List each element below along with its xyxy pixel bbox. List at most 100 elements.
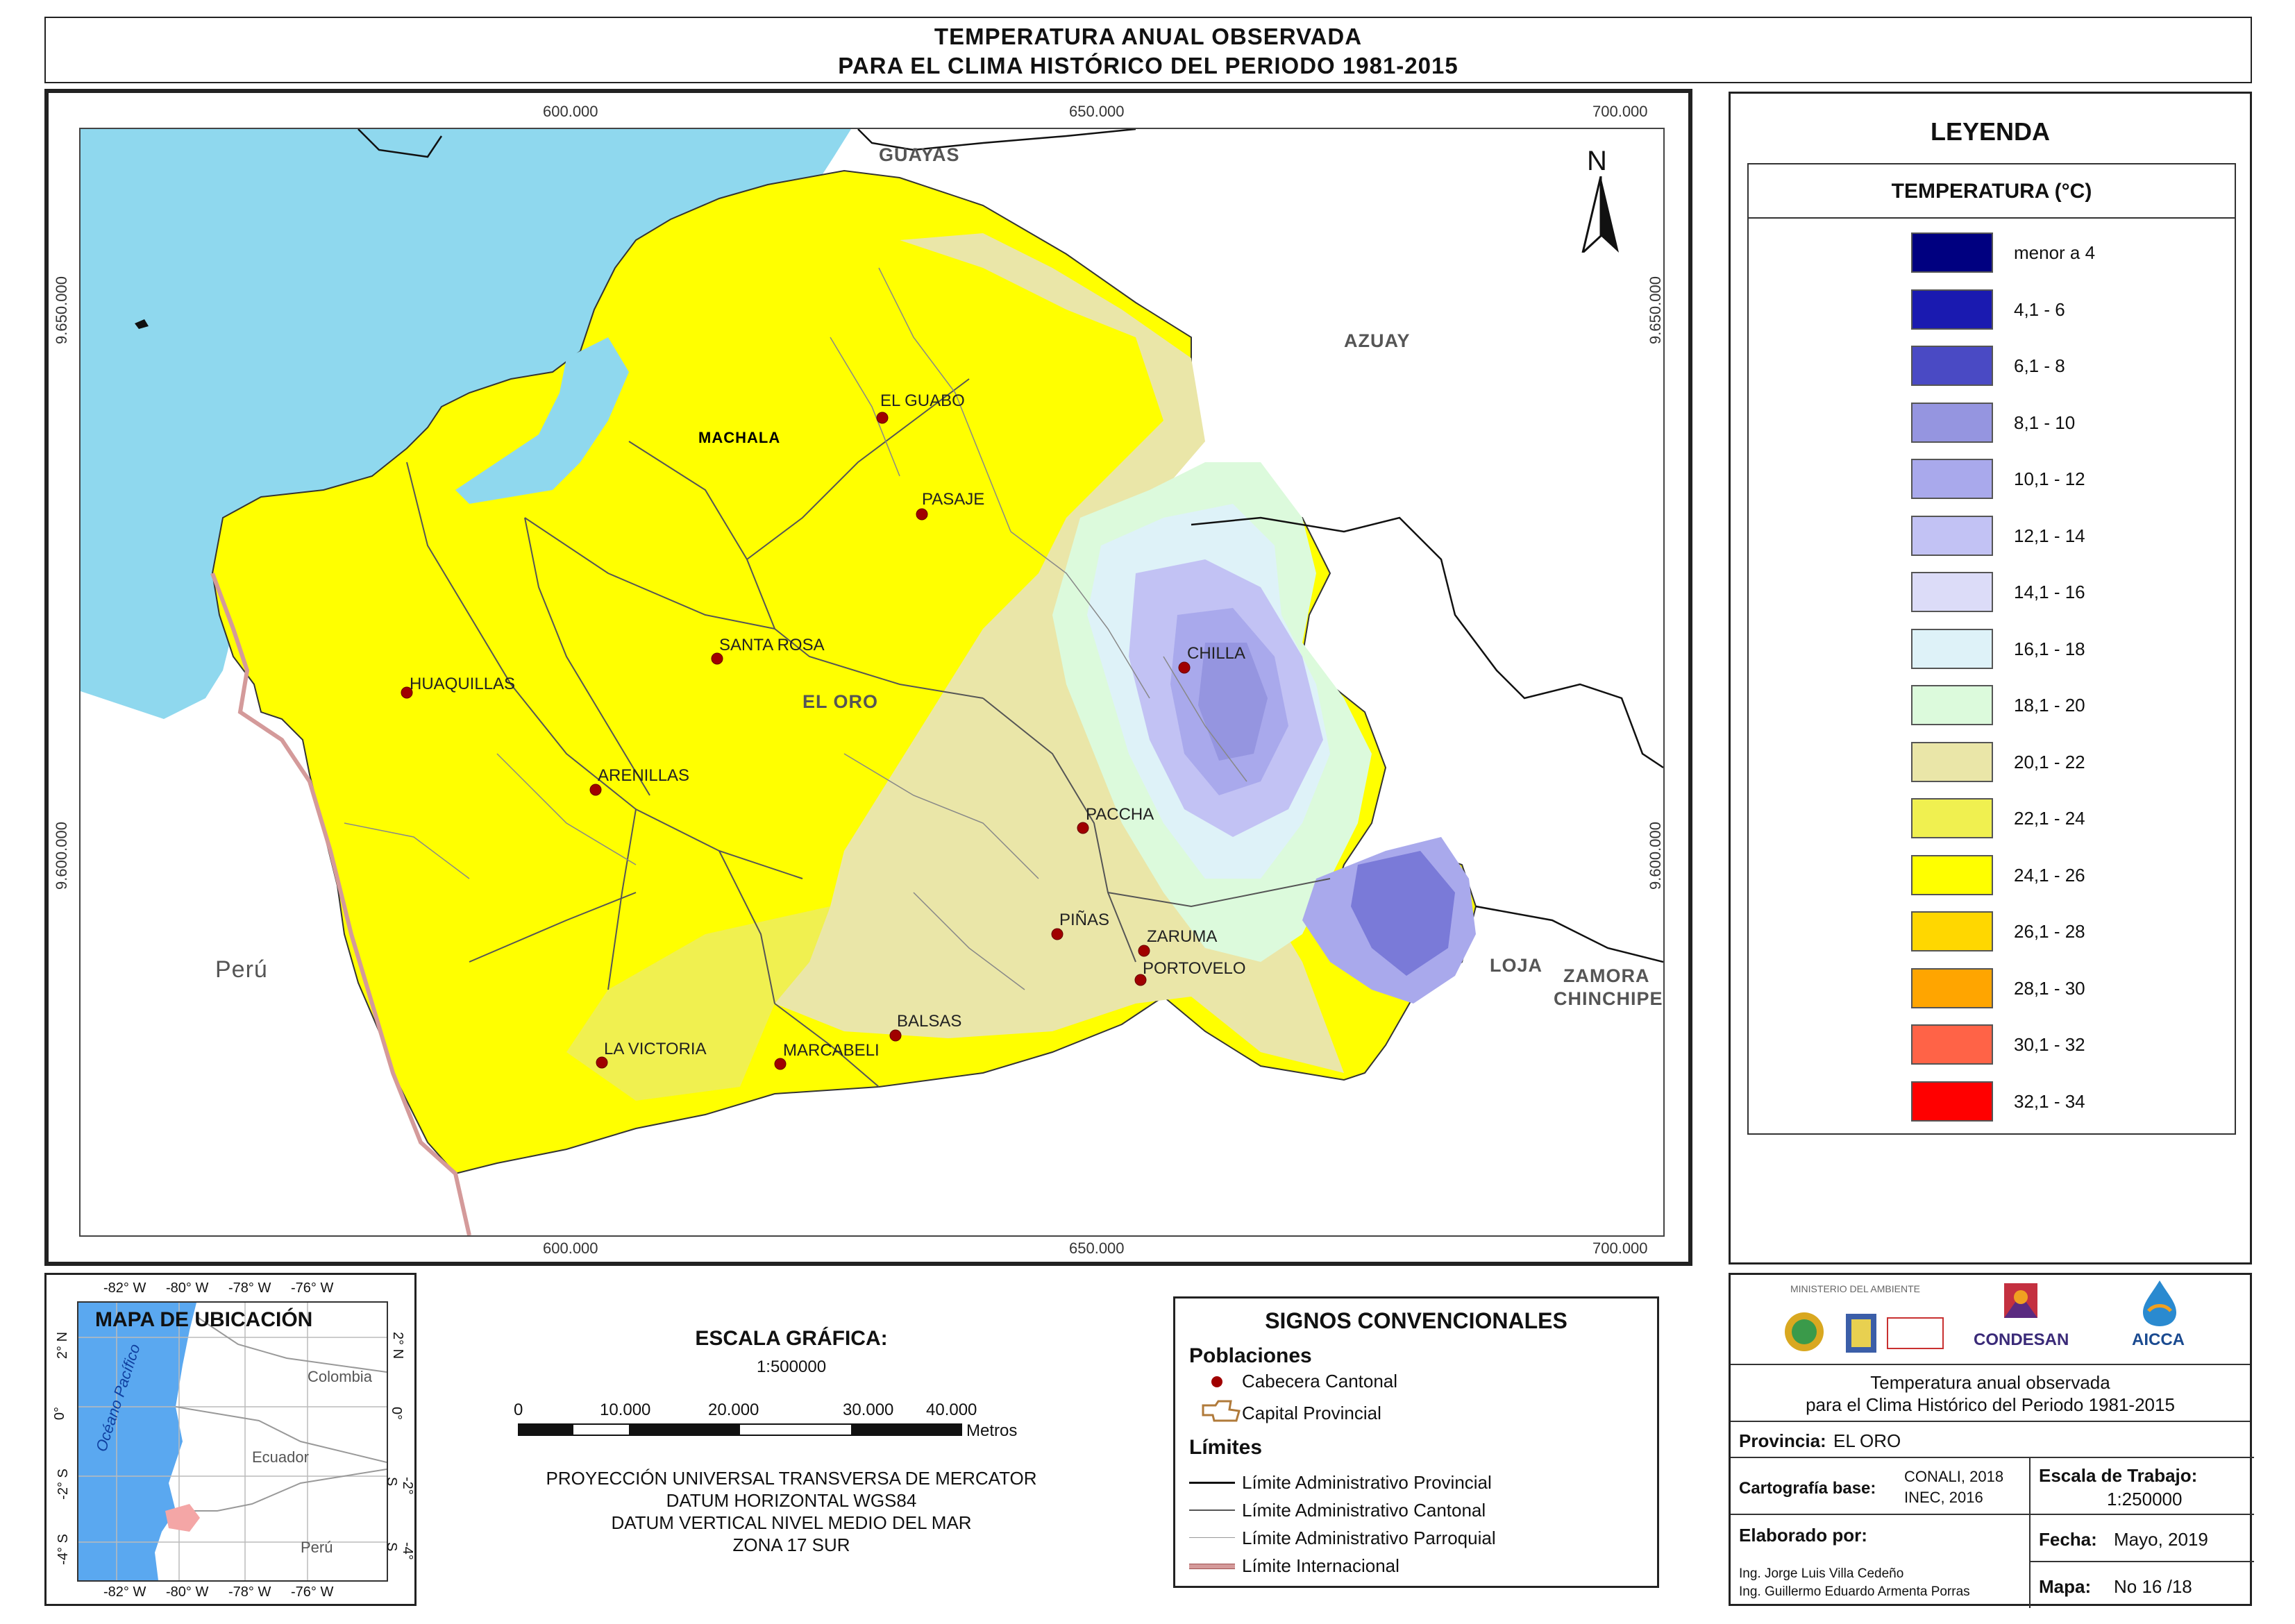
scale-bar — [518, 1423, 962, 1436]
info-elab-cell: Elaborado por: Ing. Jorge Luis Villa Ced… — [1731, 1514, 2031, 1608]
loc-lat-right-1: 2° N — [390, 1331, 406, 1360]
town-el-guabo: EL GUABO — [880, 391, 965, 410]
legend-item: menor a 4 — [1749, 232, 2235, 274]
line-intl-icon — [1189, 1564, 1235, 1569]
info-escala-cell: Escala de Trabajo: 1:250000 — [2029, 1457, 2254, 1515]
legend-label: 28,1 - 30 — [2014, 977, 2085, 999]
info-desc: Temperatura anual observada para el Clim… — [1731, 1364, 2250, 1422]
title-line-1: TEMPERATURA ANUAL OBSERVADA — [934, 24, 1363, 49]
legend-swatch — [1911, 459, 1993, 499]
loc-lon-bot-2: -80° W — [166, 1584, 209, 1600]
scale-ratio: 1:500000 — [756, 1357, 827, 1376]
legend-label: 20,1 - 22 — [2014, 751, 2085, 772]
signs-panel: SIGNOS CONVENCIONALES Poblaciones Cabece… — [1173, 1296, 1659, 1588]
scale-tick-3: 30.000 — [843, 1401, 894, 1419]
town-marcabeli: MARCABELI — [783, 1041, 880, 1060]
aicca-label: AICCA — [2132, 1330, 2185, 1349]
tick-bottom-2: 650.000 — [1069, 1240, 1125, 1257]
legend-swatch — [1911, 798, 1993, 838]
legend-label: menor a 4 — [2014, 242, 2096, 263]
legend-item: 16,1 - 18 — [1749, 628, 2235, 670]
projection-line-3: DATUM VERTICAL NIVEL MEDIO DEL MAR — [611, 1512, 972, 1533]
location-ecuador: Ecuador — [252, 1448, 309, 1466]
legend-swatch — [1911, 232, 1993, 273]
legend-item: 24,1 - 26 — [1749, 854, 2235, 897]
location-svg — [78, 1303, 387, 1580]
legend-label: 22,1 - 24 — [2014, 808, 2085, 829]
legend-swatch — [1911, 854, 1993, 895]
signs-limites: Límites — [1189, 1436, 1263, 1459]
legend-swatch — [1911, 402, 1993, 443]
tick-left-1: 9.650.000 — [52, 276, 70, 344]
legend-swatch — [1911, 1081, 1993, 1122]
legend-swatch — [1911, 967, 1993, 1008]
info-provincia-row: Provincia: EL ORO — [1731, 1421, 2250, 1458]
legend-swatch — [1911, 515, 1993, 556]
elab-label: Elaborado por: — [1739, 1525, 1867, 1546]
legend-swatch — [1911, 572, 1993, 612]
legend-label: 8,1 - 10 — [2014, 412, 2076, 433]
elab-name-2: Ing. Guillermo Eduardo Armenta Porras — [1739, 1584, 1970, 1599]
legend-label: 14,1 - 16 — [2014, 582, 2085, 602]
title-line-2: PARA EL CLIMA HISTÓRICO DEL PERIODO 1981… — [838, 53, 1458, 78]
legend-item: 12,1 - 14 — [1749, 515, 2235, 557]
info-desc-2: para el Clima Histórico del Periodo 1981… — [1806, 1394, 2175, 1415]
legend-label: 4,1 - 6 — [2014, 298, 2065, 320]
town-pinas: PIÑAS — [1059, 911, 1110, 929]
tick-top-1: 600.000 — [543, 103, 598, 120]
legend-label: 26,1 - 28 — [2014, 921, 2085, 942]
projection-block: PROYECCIÓN UNIVERSAL TRANSVERSA DE MERCA… — [444, 1467, 1138, 1556]
signs-capital: Capital Provincial — [1242, 1403, 1381, 1423]
legend-item: 30,1 - 32 — [1749, 1024, 2235, 1066]
signs-lim-cant: Límite Administrativo Cantonal — [1242, 1500, 1486, 1521]
info-fecha-cell: Fecha: Mayo, 2019 — [2029, 1514, 2254, 1562]
loc-lon-top-4: -76° W — [291, 1280, 334, 1296]
town-la-victoria: LA VICTORIA — [604, 1040, 707, 1058]
condesan-logo-icon — [2004, 1283, 2037, 1318]
tick-bottom-3: 700.000 — [1592, 1240, 1648, 1257]
projection-line-4: ZONA 17 SUR — [732, 1534, 850, 1555]
legend-label: 16,1 - 18 — [2014, 638, 2085, 659]
town-chilla: CHILLA — [1187, 644, 1246, 663]
loc-lat-left-2: 0° — [52, 1406, 68, 1421]
mapa-value: No 16 /18 — [2114, 1576, 2192, 1597]
tick-right-1: 9.650.000 — [1646, 276, 1664, 344]
legend-swatch — [1911, 741, 1993, 782]
legend-item: 8,1 - 10 — [1749, 402, 2235, 444]
fecha-label: Fecha: — [2039, 1529, 2097, 1550]
scale-section: ESCALA GRÁFICA: 1:500000 0 10.000 20.000… — [444, 1319, 1138, 1582]
main-map-frame: GUAYAS AZUAY EL ORO LOJA ZAMORA CHINCHIP… — [44, 89, 1692, 1266]
legend-item: 26,1 - 28 — [1749, 911, 2235, 953]
projection-line-1: PROYECCIÓN UNIVERSAL TRANSVERSA DE MERCA… — [546, 1468, 1037, 1489]
loc-lat-right-3: -2° S — [384, 1477, 415, 1495]
legend-rows: menor a 4 4,1 - 6 6,1 - 8 8,1 - 10 10,1 - 12… — [1749, 232, 2235, 1122]
north-arrow: N — [1573, 146, 1629, 257]
legend-label: 18,1 - 20 — [2014, 695, 2085, 716]
carto-label: Cartografía base: — [1739, 1479, 1876, 1498]
carto-value-2: INEC, 2016 — [1904, 1489, 1983, 1506]
fecha-value: Mayo, 2019 — [2114, 1529, 2208, 1550]
info-carto-cell: Cartografía base: CONALI, 2018 INEC, 201… — [1731, 1457, 2031, 1515]
loc-lon-top-2: -80° W — [166, 1280, 209, 1296]
legend-swatch — [1911, 685, 1993, 725]
aicca-logo-icon — [2143, 1280, 2176, 1326]
ministerio-label: MINISTERIO DEL AMBIENTE — [1790, 1283, 1920, 1294]
scale-title: ESCALA GRÁFICA: — [695, 1327, 888, 1350]
location-borders — [175, 1316, 387, 1512]
escala-label: Escala de Trabajo: — [2039, 1465, 2198, 1486]
town-arenillas: ARENILLAS — [598, 766, 690, 785]
provincia-label: Provincia: — [1739, 1430, 1826, 1451]
scale-tick-2: 20.000 — [708, 1401, 759, 1419]
line-parr-icon — [1189, 1537, 1235, 1538]
cabecera-dot-icon — [1211, 1376, 1222, 1387]
loc-lon-bot-4: -76° W — [291, 1584, 334, 1600]
legend-title: LEYENDA — [1930, 117, 2051, 146]
loc-lat-left-3: -2° S — [55, 1469, 71, 1500]
mapa-label: Mapa: — [2039, 1576, 2092, 1597]
info-panel: MINISTERIO DEL AMBIENTE CONDESAN AICCA T… — [1729, 1273, 2254, 1608]
loc-lat-right-4: -4° S — [384, 1542, 415, 1560]
loc-lat-right-2: 0° — [389, 1406, 405, 1421]
carto-value-1: CONALI, 2018 — [1904, 1468, 2004, 1485]
legend-item: 10,1 - 12 — [1749, 459, 2235, 500]
legend-item: 18,1 - 20 — [1749, 685, 2235, 727]
